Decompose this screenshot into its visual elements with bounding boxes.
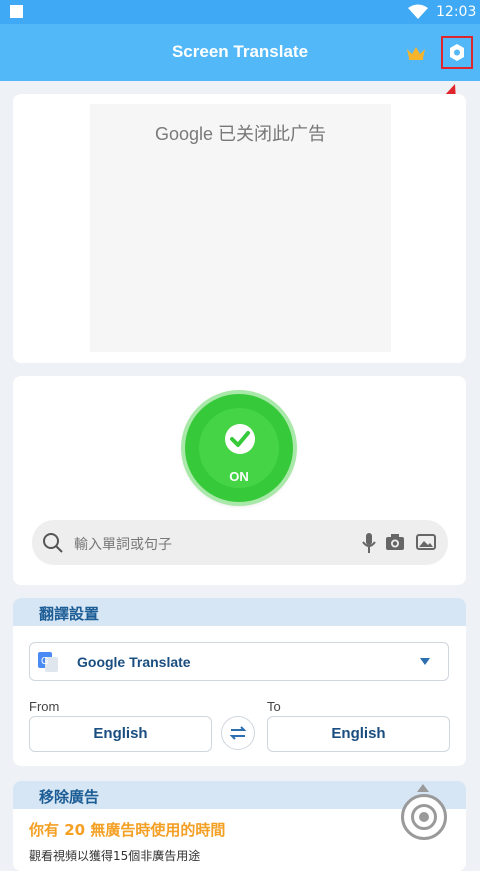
- wifi-icon: [408, 4, 428, 19]
- ad-placeholder: Google 已关闭此广告: [90, 104, 391, 352]
- google-logo-text: Google: [154, 124, 214, 144]
- on-toggle-inner: ON: [199, 408, 279, 488]
- from-language-button[interactable]: English: [29, 716, 212, 752]
- engine-name: Google Translate: [77, 654, 191, 670]
- toggle-card: ON 輸入單詞或句子: [13, 376, 466, 585]
- remove-ads-title: 移除廣告: [39, 788, 100, 806]
- crown-icon[interactable]: [406, 45, 426, 61]
- from-label: From: [29, 699, 60, 714]
- on-toggle-button[interactable]: ON: [185, 394, 293, 502]
- translation-settings-header: 翻譯設置: [13, 598, 466, 626]
- floating-target-button[interactable]: [401, 794, 447, 840]
- microphone-icon[interactable]: [362, 532, 376, 554]
- ad-card: Google 已关闭此广告: [13, 94, 466, 363]
- image-icon[interactable]: [416, 532, 436, 552]
- status-time: 12:03: [436, 4, 477, 20]
- watch-video-text: 觀看視頻以獲得15個非廣告用途: [29, 849, 201, 863]
- ad-free-time-text: 你有 20 無廣告時使用的時間: [29, 821, 226, 839]
- search-input[interactable]: 輸入單詞或句子: [32, 520, 448, 565]
- check-icon: [225, 424, 255, 454]
- on-label: ON: [229, 469, 249, 484]
- remove-ads-header: 移除廣告: [13, 781, 466, 809]
- to-language-button[interactable]: English: [267, 716, 450, 752]
- gear-icon: [450, 44, 464, 61]
- settings-button[interactable]: [441, 36, 473, 69]
- search-icon: [43, 533, 63, 553]
- engine-select[interactable]: G Google Translate: [29, 642, 449, 681]
- target-center-icon: [419, 812, 429, 822]
- camera-icon[interactable]: [385, 532, 405, 552]
- search-placeholder: 輸入單詞或句子: [74, 537, 172, 553]
- google-translate-icon: G: [38, 652, 58, 672]
- swap-icon: [229, 726, 247, 740]
- remove-ads-card: 移除廣告 你有 20 無廣告時使用的時間 觀看視頻以獲得15個非廣告用途: [13, 781, 466, 871]
- status-bar: 12:03: [0, 0, 480, 24]
- translation-settings-title: 翻譯設置: [39, 605, 100, 623]
- to-label: To: [267, 699, 281, 714]
- ad-closed-message: 已关闭此广告: [218, 124, 327, 144]
- translation-settings-card: 翻譯設置 G Google Translate From To English …: [13, 598, 466, 766]
- ad-closed-text: Google 已关闭此广告: [90, 120, 391, 146]
- swap-languages-button[interactable]: [221, 716, 255, 750]
- svg-text:G: G: [41, 656, 49, 667]
- dropdown-caret-icon: [420, 658, 430, 665]
- notification-icon: [10, 5, 23, 18]
- fab-pointer: [417, 784, 429, 792]
